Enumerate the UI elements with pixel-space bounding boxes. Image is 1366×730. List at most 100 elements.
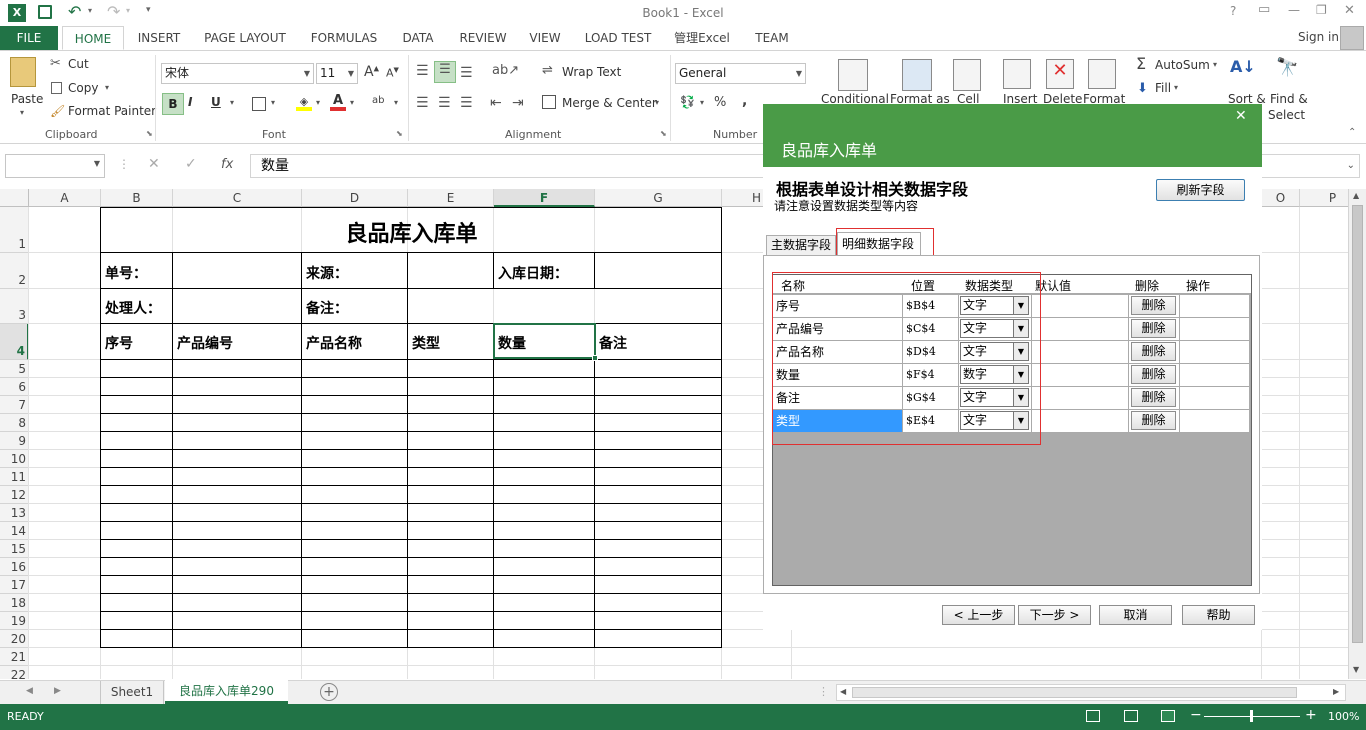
column-header-p[interactable]: P xyxy=(1300,189,1348,207)
cut-button[interactable]: Cut xyxy=(68,57,89,71)
row-header[interactable]: 9 xyxy=(0,432,29,450)
font-size-combo[interactable]: 11 ▼ xyxy=(316,63,358,84)
zoom-level[interactable]: 100% xyxy=(1328,710,1359,723)
format-painter-button[interactable]: Format Painter xyxy=(68,104,156,118)
accounting-dropdown-icon[interactable]: ▾ xyxy=(700,98,704,107)
accounting-icon[interactable]: 💱 xyxy=(680,95,695,109)
borders-dropdown-icon[interactable]: ▾ xyxy=(271,98,275,107)
tab-main-fields[interactable]: 主数据字段 xyxy=(766,235,836,255)
action-cell[interactable] xyxy=(1179,387,1249,409)
row-header[interactable]: 19 xyxy=(0,612,29,630)
tab-formulas[interactable]: FORMULAS xyxy=(306,26,382,50)
zoom-out-icon[interactable]: − xyxy=(1190,707,1202,723)
active-cell-selection[interactable] xyxy=(493,323,596,359)
normal-view-icon[interactable] xyxy=(1086,710,1100,722)
vertical-scrollbar[interactable]: ▲ ▼ xyxy=(1348,189,1366,679)
tab-home[interactable]: HOME xyxy=(62,26,124,50)
confirm-entry-icon[interactable]: ✓ xyxy=(185,156,197,172)
tab-split-grip-icon[interactable]: ⋮ xyxy=(818,685,829,698)
sheet-tab-active[interactable]: 良品库入库单290 xyxy=(165,680,288,704)
tab-manage-excel[interactable]: 管理Excel xyxy=(670,26,734,50)
default-value-cell[interactable] xyxy=(1031,318,1129,340)
column-header-o[interactable]: O xyxy=(1262,189,1300,207)
fill-handle[interactable] xyxy=(592,355,598,361)
row-header[interactable]: 18 xyxy=(0,594,29,612)
delete-cells-icon[interactable]: ✕ xyxy=(1046,59,1074,89)
prev-step-button[interactable]: < 上一步 xyxy=(942,605,1015,625)
fill-dropdown-icon[interactable]: ▾ xyxy=(1174,83,1178,92)
phonetic-dropdown-icon[interactable]: ▾ xyxy=(394,98,398,107)
autosum-dropdown-icon[interactable]: ▾ xyxy=(1213,60,1217,69)
avatar[interactable] xyxy=(1340,26,1364,50)
row-header[interactable]: 14 xyxy=(0,522,29,540)
middle-align-icon[interactable]: ☰ xyxy=(434,61,456,83)
percent-icon[interactable]: % xyxy=(714,95,726,110)
tab-insert[interactable]: INSERT xyxy=(132,26,186,50)
cell-b3[interactable]: 处理人： xyxy=(105,298,161,318)
clipboard-launcher-icon[interactable]: ⬊ xyxy=(146,129,153,138)
cell-d4[interactable]: 产品名称 xyxy=(306,333,362,353)
help-button[interactable]: 帮助 xyxy=(1182,605,1255,625)
find-select-icon[interactable]: 🔭 xyxy=(1276,57,1298,78)
row-header[interactable]: 12 xyxy=(0,486,29,504)
sheet-tab-sheet1[interactable]: Sheet1 xyxy=(100,681,164,704)
delete-row-button[interactable]: 删除 xyxy=(1131,411,1176,430)
tab-file[interactable]: FILE xyxy=(0,26,58,50)
zoom-in-icon[interactable]: + xyxy=(1305,707,1317,723)
sort-filter-icon[interactable]: A↓ xyxy=(1230,57,1256,76)
tab-review[interactable]: REVIEW xyxy=(454,26,512,50)
cell-d2[interactable]: 来源： xyxy=(306,263,348,283)
name-box[interactable]: ▼ xyxy=(5,154,105,178)
borders-icon[interactable] xyxy=(252,97,266,111)
row-header[interactable]: 8 xyxy=(0,414,29,432)
copy-dropdown-icon[interactable]: ▾ xyxy=(105,83,109,92)
paste-dropdown-icon[interactable]: ▾ xyxy=(20,108,24,117)
column-header-b[interactable]: B xyxy=(101,189,173,207)
insert-function-button[interactable]: fx xyxy=(221,157,233,172)
cell-e4[interactable]: 类型 xyxy=(412,333,440,353)
row-header[interactable]: 11 xyxy=(0,468,29,486)
scroll-down-icon[interactable]: ▼ xyxy=(1353,665,1359,674)
page-layout-view-icon[interactable] xyxy=(1124,710,1138,722)
default-value-cell[interactable] xyxy=(1031,341,1129,363)
italic-button[interactable]: I xyxy=(188,95,192,109)
paste-button[interactable]: Paste xyxy=(11,92,43,106)
find-select-button[interactable]: Find & xyxy=(1270,92,1308,106)
underline-dropdown-icon[interactable]: ▾ xyxy=(230,98,234,107)
row-header[interactable]: 6 xyxy=(0,378,29,396)
delete-row-button[interactable]: 删除 xyxy=(1131,319,1176,338)
font-name-combo[interactable]: 宋体 ▼ xyxy=(161,63,314,84)
row-header[interactable]: 22 xyxy=(0,666,29,679)
tab-page-layout[interactable]: PAGE LAYOUT xyxy=(198,26,292,50)
fill-color-dropdown-icon[interactable]: ▾ xyxy=(316,98,320,107)
page-break-view-icon[interactable] xyxy=(1161,710,1175,722)
autosum-button[interactable]: AutoSum xyxy=(1155,58,1210,72)
cell-b2[interactable]: 单号： xyxy=(105,263,147,283)
cell-g4[interactable]: 备注 xyxy=(599,333,627,353)
increase-indent-icon[interactable]: ⇥ xyxy=(512,95,524,111)
wrap-text-icon[interactable]: ⇌ xyxy=(542,63,553,78)
cancel-entry-icon[interactable]: ✕ xyxy=(148,156,160,172)
top-align-icon[interactable]: ☰ xyxy=(416,63,429,79)
tab-load-test[interactable]: LOAD TEST xyxy=(580,26,656,50)
row-header[interactable]: 20 xyxy=(0,630,29,648)
bold-button[interactable]: B xyxy=(162,93,184,115)
decrease-font-icon[interactable]: A▼ xyxy=(386,66,399,80)
fill-icon[interactable]: ⬇ xyxy=(1137,81,1148,96)
font-launcher-icon[interactable]: ⬊ xyxy=(396,129,403,138)
cell-c4[interactable]: 产品编号 xyxy=(177,333,233,353)
zoom-slider-thumb[interactable] xyxy=(1250,710,1253,722)
row-header[interactable]: 17 xyxy=(0,576,29,594)
formula-bar-grip-icon[interactable]: ⋮ xyxy=(118,157,130,171)
column-header-a[interactable]: A xyxy=(29,189,101,207)
cell-b4[interactable]: 序号 xyxy=(105,333,133,353)
delete-row-button[interactable]: 删除 xyxy=(1131,365,1176,384)
action-cell[interactable] xyxy=(1179,295,1249,317)
scroll-left-icon[interactable]: ◀ xyxy=(840,687,846,696)
action-cell[interactable] xyxy=(1179,341,1249,363)
conditional-formatting-icon[interactable] xyxy=(838,59,868,91)
minimize-button[interactable]: — xyxy=(1288,3,1300,17)
sign-in-link[interactable]: Sign in xyxy=(1298,30,1339,44)
scroll-right-icon[interactable]: ▶ xyxy=(1333,687,1339,696)
vertical-scroll-thumb[interactable] xyxy=(1352,205,1363,643)
